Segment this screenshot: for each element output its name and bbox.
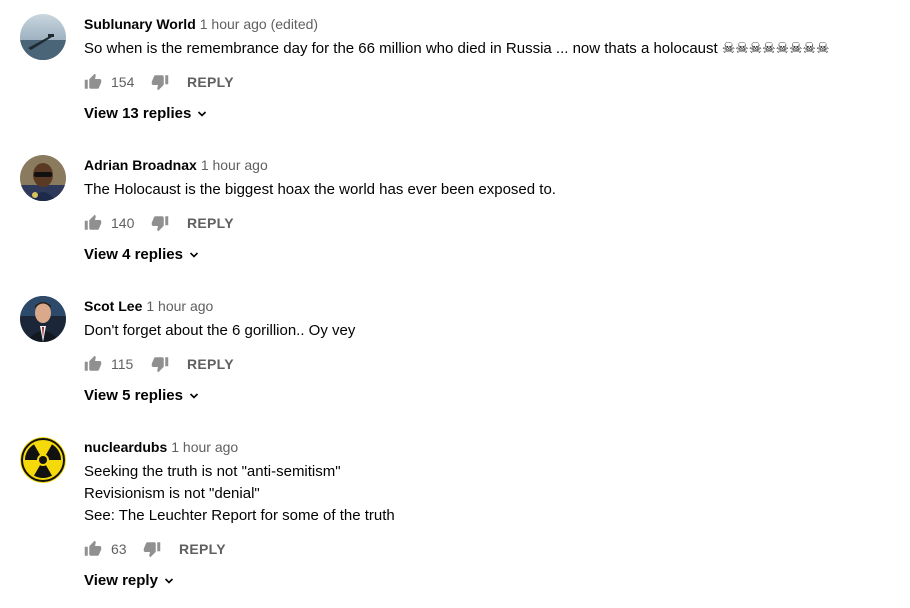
reply-button[interactable]: REPLY	[187, 356, 234, 372]
comment-line: Don't forget about the 6 gorillion.. Oy …	[84, 322, 356, 339]
view-replies-label: View 5 replies	[84, 387, 183, 404]
like-count: 63	[111, 541, 127, 557]
thumbs-down-icon[interactable]	[151, 355, 169, 373]
comment-time[interactable]: 1 hour ago (edited)	[200, 16, 318, 32]
comment-line: Revisionism is not "denial"	[84, 485, 260, 502]
view-replies-label: View 4 replies	[84, 246, 183, 263]
reply-button[interactable]: REPLY	[187, 215, 234, 231]
like-count: 154	[111, 74, 135, 90]
comment-line: So when is the remembrance day for the 6…	[84, 40, 830, 57]
comment-time[interactable]: 1 hour ago	[201, 157, 268, 173]
chevron-down-icon	[189, 252, 199, 258]
avatar[interactable]	[20, 155, 66, 201]
view-replies-button[interactable]: View reply	[84, 570, 900, 592]
avatar[interactable]	[20, 14, 66, 60]
like-count: 115	[111, 356, 134, 372]
chevron-down-icon	[189, 393, 199, 399]
thumbs-down-icon[interactable]	[151, 214, 169, 232]
comment-thread: Adrian Broadnax 1 hour ago The Holocaust …	[0, 141, 910, 282]
like-count: 140	[111, 215, 135, 231]
thumbs-down-icon[interactable]	[143, 540, 161, 558]
view-replies-button[interactable]: View 5 replies	[84, 385, 900, 407]
chevron-down-icon	[198, 111, 207, 117]
comment-thread: Sublunary World 1 hour ago (edited) So wh…	[0, 0, 910, 141]
author-name[interactable]: Adrian Broadnax	[84, 157, 197, 173]
comment-line: Seeking the truth is not "anti-semitism"	[84, 463, 341, 480]
avatar[interactable]	[20, 437, 66, 483]
comment-text: The Holocaust is the biggest hoax the wo…	[84, 179, 900, 201]
chevron-down-icon	[164, 578, 174, 584]
thumbs-up-icon[interactable]	[84, 73, 102, 91]
thumbs-up-icon[interactable]	[84, 355, 102, 373]
view-replies-button[interactable]: View 4 replies	[84, 244, 900, 266]
view-replies-button[interactable]: View 13 replies	[84, 103, 900, 125]
view-replies-label: View 13 replies	[84, 105, 192, 122]
reply-button[interactable]: REPLY	[187, 74, 234, 90]
thumbs-down-icon[interactable]	[151, 73, 169, 91]
comment-line: The Holocaust is the biggest hoax the wo…	[84, 181, 556, 198]
reply-button[interactable]: REPLY	[179, 541, 226, 557]
comment-thread: Scot Lee 1 hour ago Don't forget about th…	[0, 282, 910, 423]
radiation-icon	[20, 437, 66, 483]
comment-text: So when is the remembrance day for the 6…	[84, 38, 900, 60]
thumbs-up-icon[interactable]	[84, 214, 102, 232]
avatar[interactable]	[20, 296, 66, 342]
comment-text: Seeking the truth is not "anti-semitism"…	[84, 461, 900, 527]
comment-line: See: The Leuchter Report for some of the…	[84, 507, 395, 524]
author-name[interactable]: Sublunary World	[84, 16, 196, 32]
author-name[interactable]: Scot Lee	[84, 298, 142, 314]
view-replies-label: View reply	[84, 572, 158, 589]
author-name[interactable]: nucleardubs	[84, 439, 167, 455]
thumbs-up-icon[interactable]	[84, 540, 102, 558]
comment-text: Don't forget about the 6 gorillion.. Oy …	[84, 320, 900, 342]
comment-time[interactable]: 1 hour ago	[146, 298, 213, 314]
comment-time[interactable]: 1 hour ago	[171, 439, 238, 455]
comment-thread: nucleardubs 1 hour ago Seeking the truth …	[0, 423, 910, 608]
